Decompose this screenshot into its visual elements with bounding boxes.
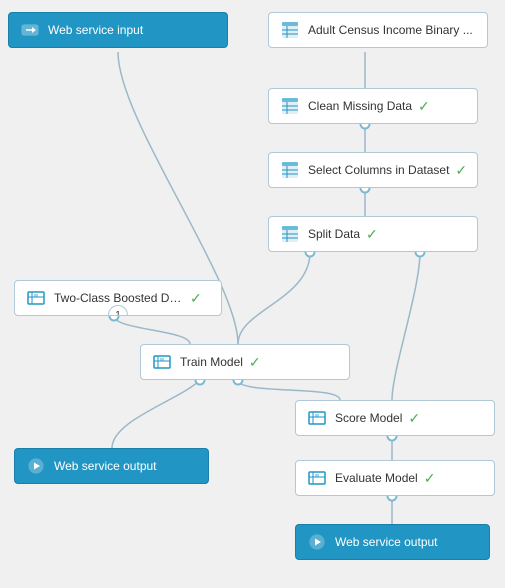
two-class-boosted-node[interactable]: Two-Class Boosted Decision ... ✓ 1 — [14, 280, 222, 316]
web-service-output-1-node[interactable]: Web service output — [14, 448, 209, 484]
output-icon-1 — [25, 455, 47, 477]
module-icon — [279, 95, 301, 117]
split-data-node[interactable]: Split Data ✓ — [268, 216, 478, 252]
split-data-label: Split Data — [308, 227, 360, 241]
select-columns-check: ✓ — [455, 162, 467, 179]
train-model-check: ✓ — [249, 354, 261, 371]
two-class-boosted-label: Two-Class Boosted Decision ... — [54, 291, 184, 305]
select-columns-node[interactable]: Select Columns in Dataset ✓ — [268, 152, 478, 188]
score-model-label: Score Model — [335, 411, 402, 425]
module-icon-3 — [279, 223, 301, 245]
evaluate-model-label: Evaluate Model — [335, 471, 418, 485]
two-class-badge: 1 — [108, 305, 128, 316]
clean-missing-check: ✓ — [418, 98, 430, 115]
web-service-input-1-label: Web service input — [48, 23, 143, 37]
module-icon-7 — [306, 467, 328, 489]
two-class-boosted-check: ✓ — [190, 290, 202, 307]
module-icon-5 — [151, 351, 173, 373]
module-icon-2 — [279, 159, 301, 181]
adult-census-node[interactable]: Adult Census Income Binary ... — [268, 12, 488, 48]
split-data-check: ✓ — [366, 226, 378, 243]
output-icon-2 — [306, 531, 328, 553]
train-model-node[interactable]: Train Model ✓ — [140, 344, 350, 380]
select-columns-label: Select Columns in Dataset — [308, 163, 449, 177]
adult-census-label: Adult Census Income Binary ... — [308, 23, 473, 37]
clean-missing-data-node[interactable]: Clean Missing Data ✓ — [268, 88, 478, 124]
web-service-output-1-label: Web service output — [54, 459, 157, 473]
train-model-label: Train Model — [180, 355, 243, 369]
ml-canvas: Web service input Adult Census Income Bi… — [0, 0, 505, 588]
data-icon — [279, 19, 301, 41]
web-service-output-2-node[interactable]: Web service output — [295, 524, 490, 560]
evaluate-model-node[interactable]: Evaluate Model ✓ — [295, 460, 495, 496]
score-model-node[interactable]: Score Model ✓ — [295, 400, 495, 436]
evaluate-model-check: ✓ — [424, 470, 436, 487]
input-icon — [19, 19, 41, 41]
module-icon-6 — [306, 407, 328, 429]
web-service-output-2-label: Web service output — [335, 535, 438, 549]
clean-missing-data-label: Clean Missing Data — [308, 99, 412, 113]
score-model-check: ✓ — [408, 410, 420, 427]
web-service-input-1-node[interactable]: Web service input — [8, 12, 228, 48]
module-icon-4 — [25, 287, 47, 309]
